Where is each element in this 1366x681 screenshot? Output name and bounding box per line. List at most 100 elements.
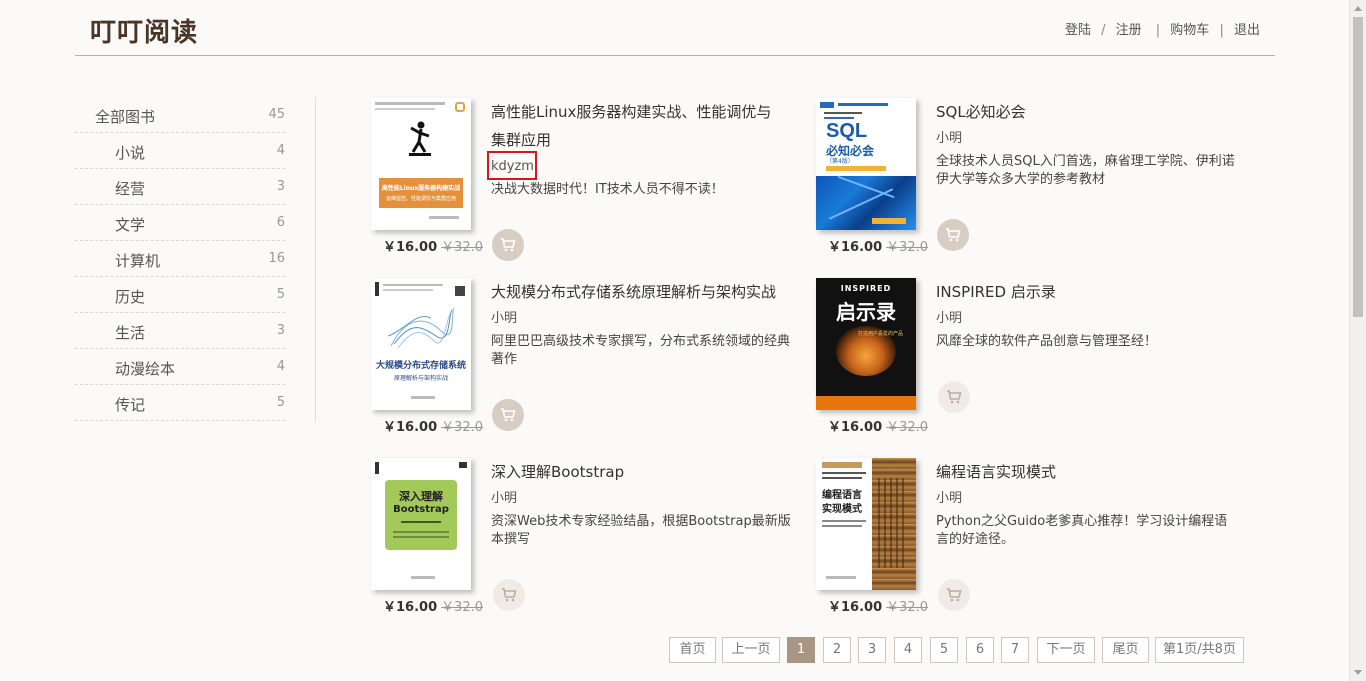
category-business[interactable]: 经营 3 xyxy=(75,169,285,205)
page-number-button[interactable]: 1 xyxy=(787,637,815,663)
category-life[interactable]: 生活 3 xyxy=(75,313,285,349)
book-card: 深入理解 Bootstrap ￥16.00 ￥32.0 深入理解Bootstrap… xyxy=(371,458,801,628)
add-to-cart-button[interactable] xyxy=(493,579,525,611)
category-literature[interactable]: 文学 6 xyxy=(75,205,285,241)
login-link[interactable]: 登陆 xyxy=(1065,19,1091,38)
book-title[interactable]: SQL必知必会 xyxy=(936,98,1226,126)
abstract-swirl-illustration xyxy=(387,307,455,349)
cart-icon xyxy=(946,228,961,242)
price-block: ￥16.00 ￥32.0 xyxy=(383,416,483,435)
logout-link[interactable]: 退出 xyxy=(1234,19,1260,38)
category-name: 生活 xyxy=(115,324,146,342)
book-cover[interactable]: 深入理解 Bootstrap xyxy=(371,458,471,590)
category-count: 5 xyxy=(276,287,285,302)
category-name: 传记 xyxy=(115,396,146,414)
book-author[interactable]: 小明 xyxy=(936,129,962,149)
book-description: 阿里巴巴高级技术专家撰写，分布式系统领域的经典著作 xyxy=(491,334,791,367)
cover-subtitle: 启示录 xyxy=(836,300,896,324)
category-name: 经营 xyxy=(115,180,146,198)
add-to-cart-button[interactable] xyxy=(492,399,524,431)
book-author[interactable]: 小明 xyxy=(936,309,962,329)
page-number-button[interactable]: 4 xyxy=(894,637,922,663)
book-title[interactable]: 深入理解Bootstrap xyxy=(491,458,781,486)
price-block: ￥16.00 ￥32.0 xyxy=(828,596,928,615)
price-block: ￥16.00 ￥32.0 xyxy=(828,236,928,255)
site-logo[interactable]: 叮叮阅读 xyxy=(90,12,198,49)
current-price: ￥16.00 xyxy=(828,600,883,615)
book-cover[interactable]: 大规模分布式存储系统 原理解析与架构实战 xyxy=(371,278,471,410)
page-number-button[interactable]: 7 xyxy=(1001,637,1029,663)
last-page-button[interactable]: 尾页 xyxy=(1102,637,1149,663)
category-computer[interactable]: 计算机 16 xyxy=(75,241,285,277)
category-comics[interactable]: 动漫绘本 4 xyxy=(75,349,285,385)
cover-title: 大规模分布式存储系统 xyxy=(375,361,466,371)
cart-icon xyxy=(947,390,962,404)
book-description: 风靡全球的软件产品创意与管理圣经！ xyxy=(936,334,1158,349)
page-number-button[interactable]: 6 xyxy=(966,637,994,663)
category-history[interactable]: 历史 5 xyxy=(75,277,285,313)
book-title[interactable]: INSPIRED 启示录 xyxy=(936,278,1226,306)
current-price: ￥16.00 xyxy=(383,240,438,255)
add-to-cart-button[interactable] xyxy=(937,219,969,251)
price-block: ￥16.00 ￥32.0 xyxy=(383,236,483,255)
first-page-button[interactable]: 首页 xyxy=(669,637,716,663)
category-fiction[interactable]: 小说 4 xyxy=(75,133,285,169)
page-number-button[interactable]: 2 xyxy=(823,637,851,663)
highlight-box xyxy=(487,151,537,180)
book-cover[interactable]: INSPIRED 启示录 打造用户喜爱的产品 xyxy=(816,278,916,410)
original-price: ￥32.0 xyxy=(886,600,929,615)
top-nav: 登陆 / 注册 | 购物车 | 退出 xyxy=(1065,19,1260,38)
add-to-cart-button[interactable] xyxy=(938,579,970,611)
category-name: 小说 xyxy=(115,144,146,162)
next-page-button[interactable]: 下一页 xyxy=(1037,637,1095,663)
book-author[interactable]: 小明 xyxy=(491,489,517,509)
book-cover[interactable]: 编程语言 实现模式 xyxy=(816,458,916,590)
scroll-up-arrow-icon[interactable] xyxy=(1354,6,1362,11)
vertical-scrollbar[interactable] xyxy=(1349,0,1366,681)
book-description: 资深Web技术专家经验结晶，根据Bootstrap最新版本撰写 xyxy=(491,514,791,547)
category-name: 历史 xyxy=(115,288,146,306)
page-number-button[interactable]: 3 xyxy=(858,637,886,663)
price-block: ￥16.00 ￥32.0 xyxy=(828,416,928,435)
book-card: 高性能Linux服务器构建实战 运维监控、性能调优与集群应用 ￥16.00 ￥32… xyxy=(371,98,801,268)
cover-subtitle: Bootstrap xyxy=(393,504,449,515)
cover-title: INSPIRED xyxy=(840,284,892,293)
prev-page-button[interactable]: 上一页 xyxy=(722,637,780,663)
page-number-button[interactable]: 5 xyxy=(930,637,958,663)
cover-subtitle: 实现模式 xyxy=(822,504,862,515)
cover-subtitle: 运维监控、性能调优与集群应用 xyxy=(385,196,456,202)
category-sidebar: 全部图书 45 小说 4 经营 3 文学 6 计算机 16 历史 5 生活 3 … xyxy=(75,97,285,421)
sidebar-divider xyxy=(315,97,316,422)
book-title[interactable]: 高性能Linux服务器构建实战、性能调优与集群应用 xyxy=(491,98,781,154)
category-biography[interactable]: 传记 5 xyxy=(75,385,285,421)
scroll-down-arrow-icon[interactable] xyxy=(1354,670,1362,675)
add-to-cart-button[interactable] xyxy=(492,229,524,261)
current-price: ￥16.00 xyxy=(383,420,438,435)
category-name: 计算机 xyxy=(115,252,161,270)
book-cover[interactable]: SQL 必知必会 （第4版） xyxy=(816,98,916,230)
book-title[interactable]: 编程语言实现模式 xyxy=(936,458,1226,486)
cart-link[interactable]: 购物车 xyxy=(1170,19,1209,38)
cover-title: SQL xyxy=(826,120,868,142)
book-description: 全球技术人员SQL入门首选，麻省理工学院、伊利诺伊大学等众多大学的参考教材 xyxy=(936,154,1235,187)
category-all[interactable]: 全部图书 45 xyxy=(75,97,285,133)
nav-separator: / xyxy=(1101,23,1106,38)
scrollbar-thumb[interactable] xyxy=(1353,17,1363,317)
book-card: 大规模分布式存储系统 原理解析与架构实战 ￥16.00 ￥32.0 大规模分布式存… xyxy=(371,278,801,448)
book-cover[interactable]: 高性能Linux服务器构建实战 运维监控、性能调优与集群应用 xyxy=(371,98,471,230)
category-name: 动漫绘本 xyxy=(115,360,176,378)
book-author[interactable]: 小明 xyxy=(936,489,962,509)
current-price: ￥16.00 xyxy=(828,240,883,255)
cart-icon xyxy=(502,588,517,602)
nav-separator: | xyxy=(1155,23,1161,38)
add-to-cart-button[interactable] xyxy=(938,381,970,413)
category-count: 4 xyxy=(276,359,285,374)
book-author[interactable]: 小明 xyxy=(491,309,517,329)
category-count: 3 xyxy=(276,179,285,194)
cover-title: 编程语言 xyxy=(822,490,862,501)
cover-tagline: 打造用户喜爱的产品 xyxy=(858,331,904,337)
book-card: 编程语言 实现模式 ￥16.00 ￥32.0 编程语言实现模式 小明 Python… xyxy=(816,458,1246,628)
register-link[interactable]: 注册 xyxy=(1116,19,1142,38)
book-title[interactable]: 大规模分布式存储系统原理解析与架构实战 xyxy=(491,278,781,306)
current-price: ￥16.00 xyxy=(828,420,883,435)
